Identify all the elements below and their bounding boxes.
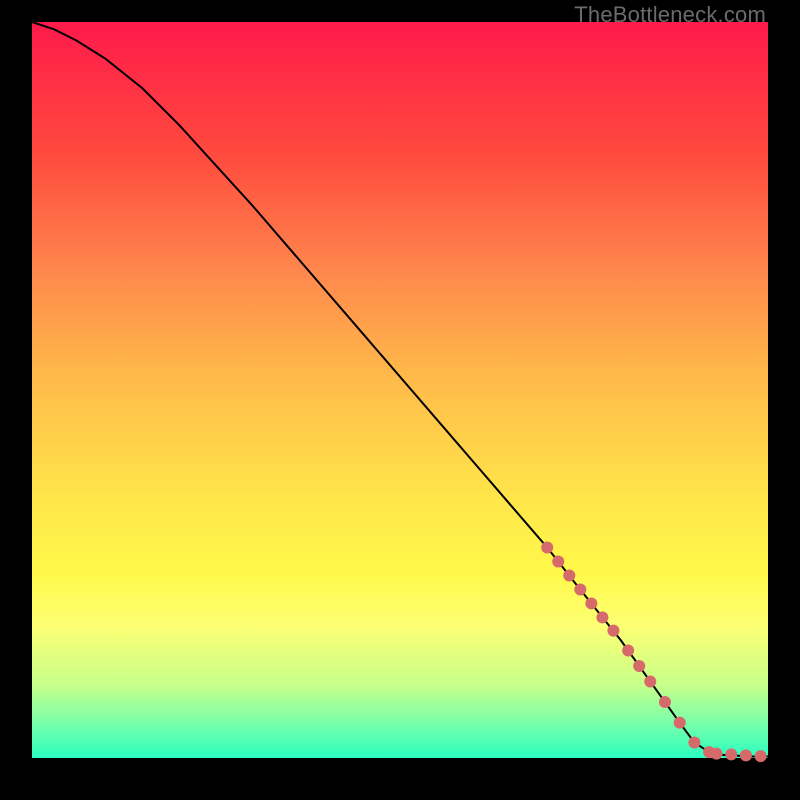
marker-point (674, 717, 686, 729)
marker-point (633, 660, 645, 672)
marker-point (596, 611, 608, 623)
marker-point (552, 555, 564, 567)
marker-point (725, 748, 737, 760)
marker-point (622, 645, 634, 657)
marker-point (644, 675, 656, 687)
marker-point (585, 597, 597, 609)
marker-point (563, 569, 575, 581)
marker-point (574, 583, 586, 595)
marker-point (659, 696, 671, 708)
marker-point (607, 625, 619, 637)
marker-group (541, 542, 766, 763)
marker-point (710, 748, 722, 760)
chart-overlay (32, 22, 768, 758)
marker-point (688, 737, 700, 749)
marker-point (755, 750, 767, 762)
marker-point (740, 749, 752, 761)
curve-line (32, 22, 768, 757)
marker-point (541, 542, 553, 554)
